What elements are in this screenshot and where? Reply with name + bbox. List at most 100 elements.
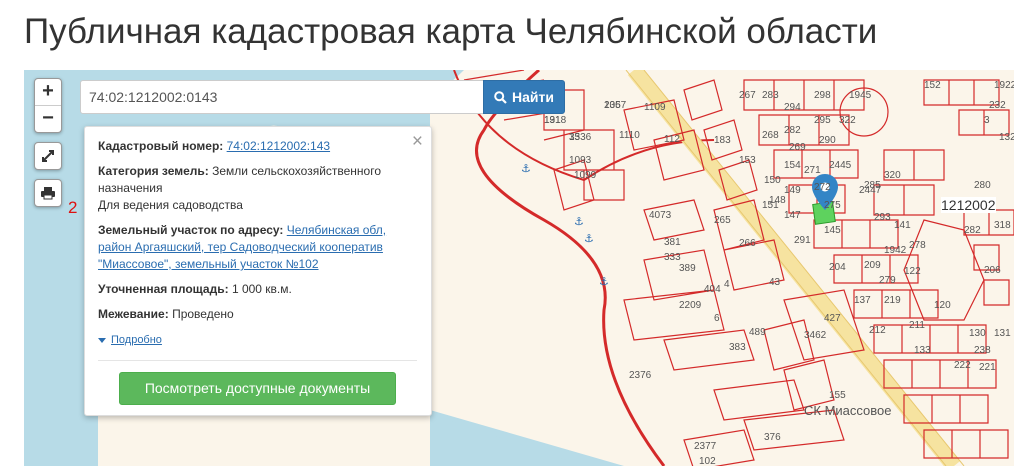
plot-number: 155 [829, 390, 846, 401]
plot-number: 2445 [829, 160, 852, 171]
plot-number: 389 [679, 263, 696, 274]
land-category-row: Категория земель: Земли сельскохозяйстве… [98, 163, 417, 197]
plot-number: 112 [664, 134, 680, 145]
zoom-control: + − [34, 78, 62, 133]
plot-number: 404 [704, 284, 721, 295]
print-icon [41, 187, 55, 200]
plot-number: 1318 [544, 115, 567, 126]
cadastral-search-input[interactable] [80, 80, 484, 114]
plot-number: 212 [869, 325, 886, 336]
svg-text:⚓: ⚓ [521, 162, 531, 175]
plot-number: 269 [789, 142, 806, 153]
svg-text:⚓: ⚓ [599, 275, 609, 288]
plot-number: 154 [784, 160, 801, 171]
plot-number: 295 [814, 115, 831, 126]
cadastral-number-row: Кадастровый номер: 74:02:1212002:143 [98, 138, 417, 155]
plot-number: 133 [914, 345, 931, 356]
plot-number: 120 [934, 300, 951, 311]
plot-number: 141 [894, 220, 911, 231]
plot-number: 489 [749, 327, 766, 338]
map-viewport[interactable]: ⚓ ⚓ ⚓ ⚓ 191 35 205 1109 1093 1110 112 1099 4073 2… [24, 70, 1014, 466]
print-button[interactable] [34, 179, 62, 207]
plot-number: 102 [699, 456, 716, 466]
plot-number: 275 [824, 200, 841, 211]
svg-text:⚓: ⚓ [584, 232, 594, 245]
plot-number: 1110 [619, 130, 640, 141]
plot-number: 2447 [859, 185, 882, 196]
zoom-out-button[interactable]: − [35, 105, 61, 132]
plot-number: 1945 [849, 90, 872, 101]
plot-number: 122 [904, 266, 921, 277]
zoom-in-button[interactable]: + [35, 79, 61, 105]
view-documents-button[interactable]: Посмотреть доступные документы [119, 372, 396, 405]
fullscreen-button[interactable] [34, 142, 62, 170]
plot-number: 322 [839, 115, 856, 126]
plot-number: 151 [762, 200, 779, 211]
search-button[interactable]: Найти [483, 80, 565, 114]
search-button-label: Найти [512, 89, 554, 105]
plot-number: 268 [762, 130, 779, 141]
plot-number: 2377 [694, 441, 717, 452]
plot-number: 1093 [569, 155, 592, 166]
plot-number: 381 [664, 237, 681, 248]
survey-value: Проведено [172, 307, 234, 321]
fullscreen-icon [42, 150, 54, 162]
block-label: 1212002 [941, 197, 996, 213]
plot-number: 221 [979, 362, 996, 373]
plot-number: 2209 [679, 300, 702, 311]
plot-number: 130 [969, 328, 986, 339]
popup-divider [98, 360, 417, 361]
plot-number: 206 [984, 265, 1001, 276]
parcel-info-popup: × Кадастровый номер: 74:02:1212002:143 К… [84, 126, 432, 416]
plot-number: 265 [714, 215, 731, 226]
plot-number: 150 [764, 175, 781, 186]
cadastral-number-link[interactable]: 74:02:1212002:143 [227, 139, 330, 153]
land-category-label: Категория земель: [98, 164, 209, 178]
plot-number: 1367 [604, 100, 627, 111]
plot-number: 376 [764, 432, 781, 443]
plot-number: 280 [974, 180, 991, 191]
plot-number: 272 [814, 182, 831, 193]
plot-number: 333 [664, 252, 681, 263]
plot-number: 3 [984, 115, 990, 126]
plot-number: 4073 [649, 210, 672, 221]
plot-number: 279 [879, 275, 896, 286]
plot-number: 294 [784, 102, 801, 113]
plot-number: 153 [739, 155, 756, 166]
plot-number: 149 [784, 185, 801, 196]
plot-number: 211 [909, 320, 925, 331]
plot-number: 204 [829, 262, 846, 273]
plot-number: 267 [739, 90, 756, 101]
plot-number: 183 [714, 135, 731, 146]
plot-number: 1099 [574, 170, 597, 181]
svg-text:⚓: ⚓ [574, 215, 584, 228]
area-value: 1 000 кв.м. [231, 282, 292, 296]
plot-number: 298 [814, 90, 831, 101]
plot-number: 152 [924, 80, 941, 91]
plot-number: 282 [964, 225, 981, 236]
details-toggle[interactable]: Подробно [98, 332, 417, 349]
plot-number: 131 [994, 328, 1011, 339]
plot-number: 2376 [629, 370, 652, 381]
plot-number: 1327 [999, 132, 1014, 143]
plot-number: 427 [824, 313, 841, 324]
address-row: Земельный участок по адресу: Челябинская… [98, 222, 417, 273]
plot-number: 219 [884, 295, 901, 306]
plot-number: 222 [954, 360, 971, 371]
plot-number: 282 [784, 125, 801, 136]
search-icon [494, 90, 507, 104]
land-usage: Для ведения садоводства [98, 198, 243, 212]
plot-number: 4 [724, 279, 730, 290]
plot-number: 6 [714, 313, 720, 324]
plot-number: 278 [909, 240, 926, 251]
plot-number: 283 [762, 90, 779, 101]
plot-number: 383 [729, 342, 746, 353]
plot-number: 137 [854, 295, 871, 306]
survey-label: Межевание: [98, 307, 169, 321]
map-side-number: 2 [68, 198, 78, 217]
cadastral-number-label: Кадастровый номер: [98, 139, 224, 153]
plot-number: 3462 [804, 330, 827, 341]
plot-number: 232 [989, 100, 1006, 111]
details-link[interactable]: Подробно [111, 334, 162, 346]
page-title: Публичная кадастровая карта Челябинской … [24, 12, 878, 51]
